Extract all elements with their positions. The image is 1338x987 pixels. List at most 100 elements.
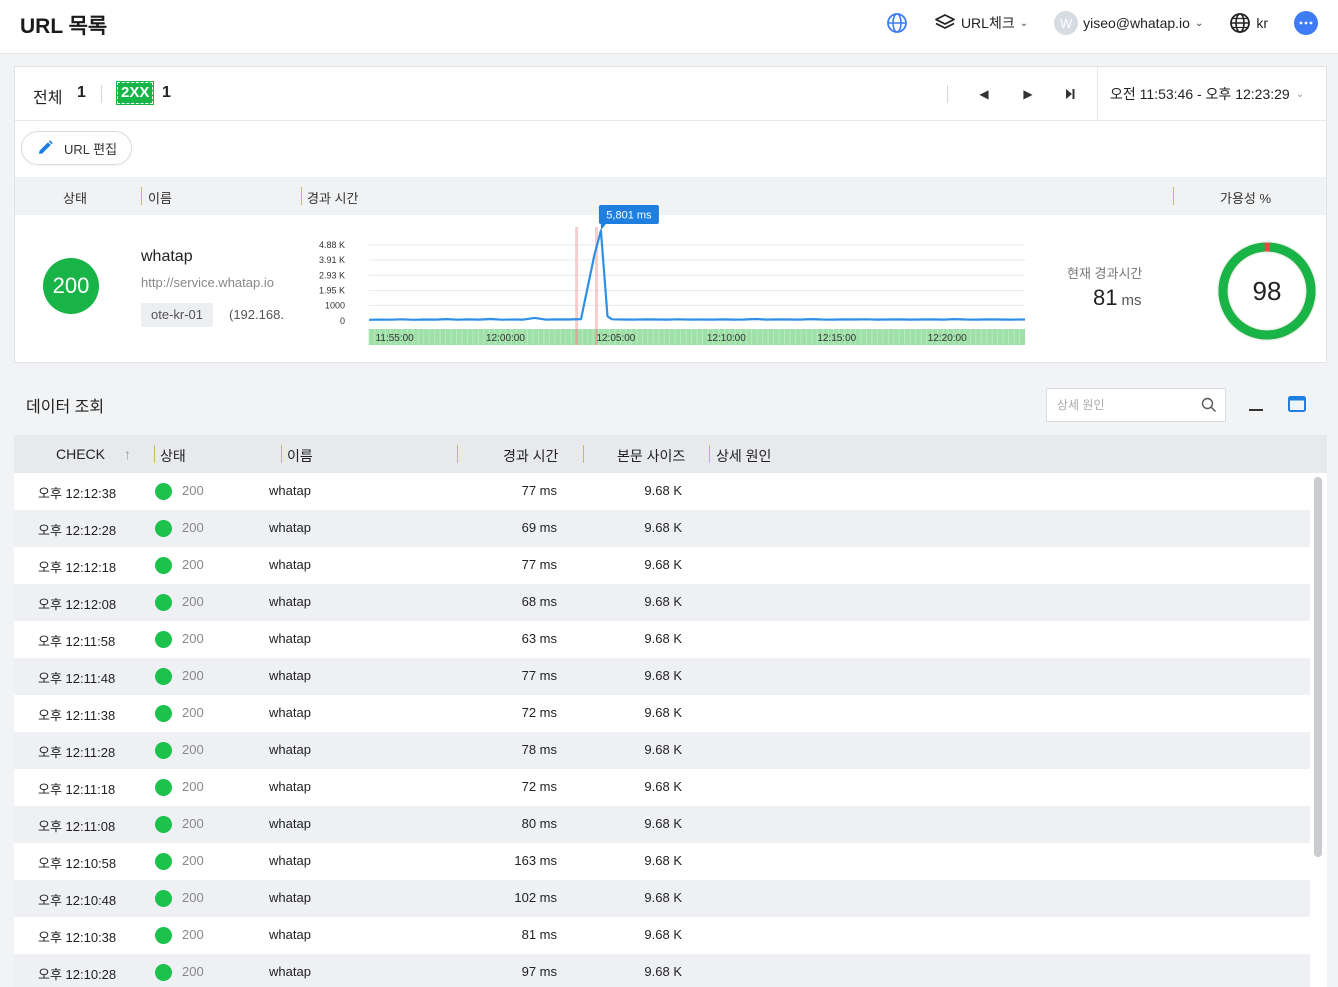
status-code: 200 <box>182 520 204 535</box>
table-row[interactable]: 오후 12:11:58 200 whatap 63 ms 9.68 K <box>14 621 1310 658</box>
status-code: 200 <box>182 816 204 831</box>
header-size[interactable]: 본문 사이즈 <box>617 446 685 466</box>
layers-icon <box>935 14 955 29</box>
table-row[interactable]: 오후 12:12:38 200 whatap 77 ms 9.68 K <box>14 473 1310 510</box>
table-row[interactable]: 오후 12:11:18 200 whatap 72 ms 9.68 K <box>14 769 1310 806</box>
table-row[interactable]: 오후 12:12:28 200 whatap 69 ms 9.68 K <box>14 510 1310 547</box>
status-code: 200 <box>182 594 204 609</box>
minimize-icon[interactable] <box>1248 396 1264 412</box>
elapsed-time-chart[interactable]: 4.88 K 3.91 K 2.93 K 1.95 K 1000 0 11:55:00 12:… <box>311 203 1031 347</box>
row-name: whatap <box>269 742 311 757</box>
status-code: 200 <box>182 631 204 646</box>
table-row[interactable]: 오후 12:11:28 200 whatap 78 ms 9.68 K <box>14 732 1310 769</box>
peak-label: 5,801 ms <box>606 210 652 222</box>
maximize-icon[interactable] <box>1288 396 1306 412</box>
status-2xx-chip[interactable]: 2XX <box>115 81 155 105</box>
check-time: 오후 12:11:48 <box>38 671 116 686</box>
status-code: 200 <box>182 890 204 905</box>
language-label: kr <box>1256 15 1268 31</box>
check-time: 오후 12:10:28 <box>38 967 117 982</box>
current-elapsed-value: 81 ms <box>1093 285 1141 311</box>
row-name: whatap <box>269 483 311 498</box>
product-label: URL체크 <box>960 15 1015 31</box>
elapsed-time: 78 ms <box>521 742 557 757</box>
table-row[interactable]: 오후 12:10:38 200 whatap 81 ms 9.68 K <box>14 917 1310 954</box>
x-tick-label: 12:05:00 <box>596 333 635 344</box>
peak-tooltip-pointer <box>600 224 606 230</box>
header-name[interactable]: 이름 <box>287 446 313 466</box>
column-divider <box>457 445 458 463</box>
table-row[interactable]: 오후 12:10:28 200 whatap 97 ms 9.68 K <box>14 954 1310 987</box>
data-table-body: 오후 12:12:38 200 whatap 77 ms 9.68 K 오후 12:12:… <box>14 473 1310 987</box>
y-tick-label: 4.88 K <box>319 240 345 250</box>
elapsed-time: 72 ms <box>521 779 557 794</box>
table-row[interactable]: 오후 12:12:18 200 whatap 77 ms 9.68 K <box>14 547 1310 584</box>
status-dot-icon <box>155 853 172 870</box>
column-divider <box>1173 187 1174 205</box>
url-edit-label: URL 편집 <box>64 141 118 157</box>
table-row[interactable]: 오후 12:11:48 200 whatap 77 ms 9.68 K <box>14 658 1310 695</box>
url-address[interactable]: http://service.whatap.io <box>141 275 287 290</box>
body-size: 9.68 K <box>644 779 682 794</box>
sort-arrow-icon[interactable]: ↑ <box>124 446 131 462</box>
cause-search-input[interactable] <box>1047 389 1187 421</box>
language-selector[interactable]: kr <box>1229 12 1268 34</box>
scrollbar-thumb[interactable] <box>1314 477 1322 857</box>
top-bar: URL 목록 URL체크 ⌄ W yiseo@whatap.io ⌄ kr <box>0 0 1338 54</box>
location-tag: ote-kr-01 <box>141 303 214 327</box>
cause-search[interactable] <box>1046 388 1226 422</box>
status-2xx-count: 1 <box>162 84 171 101</box>
skip-to-end-icon[interactable] <box>1061 85 1079 103</box>
header-availability[interactable]: 가용성 % <box>1220 188 1271 207</box>
url-edit-button[interactable]: URL 편집 <box>21 131 133 165</box>
elapsed-time: 81 ms <box>521 927 557 942</box>
header-elapsed[interactable]: 경과 시간 <box>503 446 558 466</box>
web-icon-button[interactable] <box>886 12 908 34</box>
body-size: 9.68 K <box>644 742 682 757</box>
y-tick-label: 0 <box>340 316 345 326</box>
divider <box>101 85 102 103</box>
product-selector[interactable]: URL체크 ⌄ <box>934 13 1028 33</box>
elapsed-time: 68 ms <box>521 594 557 609</box>
y-tick-label: 1.95 K <box>319 286 345 296</box>
status-dot-icon <box>155 779 172 796</box>
error-marker <box>575 227 579 329</box>
x-tick-label: 12:15:00 <box>817 333 856 344</box>
table-row[interactable]: 오후 12:10:48 200 whatap 102 ms 9.68 K <box>14 880 1310 917</box>
language-globe-icon <box>1230 13 1251 33</box>
status-dot-icon <box>155 705 172 722</box>
status-code: 200 <box>182 483 204 498</box>
body-size: 9.68 K <box>644 631 682 646</box>
table-row[interactable]: 오후 12:11:08 200 whatap 80 ms 9.68 K <box>14 806 1310 843</box>
search-icon[interactable] <box>1201 397 1217 413</box>
header-cause[interactable]: 상세 원인 <box>716 446 771 466</box>
elapsed-time: 69 ms <box>521 520 557 535</box>
header-status[interactable]: 상태 <box>160 446 186 466</box>
check-time: 오후 12:11:58 <box>38 634 116 649</box>
table-row[interactable]: 오후 12:10:58 200 whatap 163 ms 9.68 K <box>14 843 1310 880</box>
data-table: CHECK ↑ 상태 이름 경과 시간 본문 사이즈 상세 원인 오후 12:1… <box>14 435 1327 987</box>
table-row[interactable]: 오후 12:12:08 200 whatap 68 ms 9.68 K <box>14 584 1310 621</box>
top-right-menu: URL체크 ⌄ W yiseo@whatap.io ⌄ kr <box>860 9 1318 37</box>
time-range-selector[interactable]: 오전 11:53:46 - 오후 12:23:29 ⌄ <box>1097 67 1327 121</box>
header-check[interactable]: CHECK <box>56 446 105 462</box>
row-name: whatap <box>269 890 311 905</box>
chat-button[interactable] <box>1294 11 1318 35</box>
column-divider <box>141 187 142 205</box>
next-icon[interactable]: ▶ <box>1019 85 1037 103</box>
total-filter-label[interactable]: 전체 <box>33 84 62 108</box>
prev-icon[interactable]: ◀ <box>975 85 993 103</box>
header-status[interactable]: 상태 <box>63 188 87 207</box>
url-name[interactable]: whatap <box>141 248 193 266</box>
body-size: 9.68 K <box>644 668 682 683</box>
header-name[interactable]: 이름 <box>148 188 172 207</box>
body-size: 9.68 K <box>644 483 682 498</box>
status-error-tick <box>575 329 578 345</box>
table-row[interactable]: 오후 12:11:38 200 whatap 72 ms 9.68 K <box>14 695 1310 732</box>
user-email: yiseo@whatap.io <box>1083 15 1190 31</box>
current-elapsed-unit: ms <box>1121 292 1142 309</box>
check-time: 오후 12:12:08 <box>38 597 117 612</box>
row-name: whatap <box>269 594 311 609</box>
current-elapsed-label: 현재 경과시간 <box>1067 266 1143 281</box>
user-menu[interactable]: W yiseo@whatap.io ⌄ <box>1054 11 1203 35</box>
